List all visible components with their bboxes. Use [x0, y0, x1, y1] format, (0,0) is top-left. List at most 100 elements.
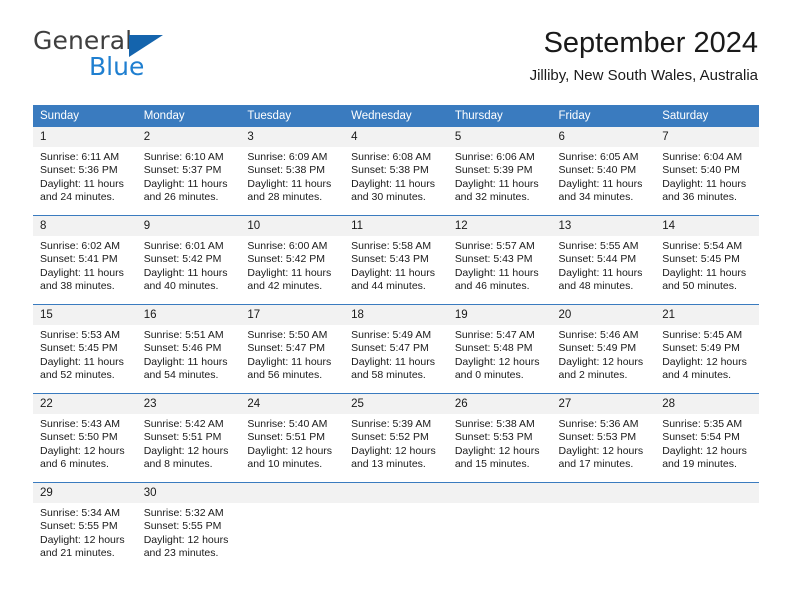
sunrise-text: Sunrise: 6:04 AM	[662, 151, 743, 163]
sunrise-text: Sunrise: 5:49 AM	[351, 329, 432, 341]
sunrise-text: Sunrise: 6:11 AM	[40, 151, 120, 163]
weekday-header-row: Sunday Monday Tuesday Wednesday Thursday…	[33, 105, 759, 127]
day-cell[interactable]: 14 Sunrise: 5:54 AM Sunset: 5:45 PM Dayligh…	[655, 215, 759, 305]
day-cell[interactable]: 12 Sunrise: 5:57 AM Sunset: 5:43 PM Dayligh…	[447, 215, 552, 305]
daylight-text-line1: Daylight: 11 hours	[143, 355, 228, 368]
sunrise-text: Sunrise: 5:34 AM	[40, 507, 120, 519]
daylight-text-line2: and 24 minutes.	[40, 191, 115, 204]
day-cell[interactable]: 19 Sunrise: 5:47 AM Sunset: 5:48 PM Dayligh…	[447, 304, 552, 394]
day-details: Sunrise: 6:10 AM Sunset: 5:37 PM Daylight:…	[137, 147, 241, 205]
day-number: 29	[33, 483, 137, 503]
daylight-text-line1: Daylight: 11 hours	[143, 177, 228, 190]
day-cell[interactable]: 5 Sunrise: 6:06 AM Sunset: 5:39 PM Daylight…	[447, 126, 552, 216]
day-cell[interactable]: 16 Sunrise: 5:51 AM Sunset: 5:46 PM Dayligh…	[136, 304, 241, 394]
daylight-text-line1: Daylight: 12 hours	[40, 444, 125, 457]
title-block: September 2024 Jilliby, New South Wales,…	[530, 26, 758, 85]
daylight-text-line2: and 40 minutes.	[143, 280, 219, 293]
sunset-text: Sunset: 5:41 PM	[40, 253, 118, 266]
calendar-body: 1 Sunrise: 6:11 AM Sunset: 5:36 PM Daylight…	[33, 126, 759, 571]
sunrise-text: Sunrise: 5:40 AM	[247, 418, 328, 430]
day-number	[447, 483, 552, 503]
day-details	[552, 503, 656, 507]
day-cell[interactable]: 22 Sunrise: 5:43 AM Sunset: 5:50 PM Dayligh…	[33, 393, 137, 483]
sunrise-text: Sunrise: 5:58 AM	[351, 240, 432, 252]
general-blue-logo[interactable]: General Blue	[33, 26, 253, 90]
day-number: 5	[447, 127, 552, 147]
sunrise-text: Sunrise: 6:08 AM	[351, 151, 432, 163]
sunrise-text: Sunrise: 6:09 AM	[247, 151, 328, 163]
sunset-text: Sunset: 5:46 PM	[143, 342, 222, 355]
calendar-week-row: 1 Sunrise: 6:11 AM Sunset: 5:36 PM Daylight…	[33, 126, 759, 216]
day-cell[interactable]: 13 Sunrise: 5:55 AM Sunset: 5:44 PM Dayligh…	[551, 215, 656, 305]
daylight-text-line2: and 52 minutes.	[40, 369, 115, 382]
day-cell[interactable]: 10 Sunrise: 6:00 AM Sunset: 5:42 PM Dayligh…	[240, 215, 345, 305]
day-cell[interactable]: 25 Sunrise: 5:39 AM Sunset: 5:52 PM Dayligh…	[344, 393, 448, 483]
day-details: Sunrise: 5:46 AM Sunset: 5:49 PM Daylight:…	[552, 325, 656, 383]
sunset-text: Sunset: 5:44 PM	[558, 253, 637, 266]
day-number: 10	[240, 216, 345, 236]
day-cell[interactable]: 4 Sunrise: 6:08 AM Sunset: 5:38 PM Daylight…	[344, 126, 448, 216]
weekday-header-wednesday: Wednesday	[344, 105, 448, 127]
day-number: 20	[551, 305, 656, 325]
day-cell[interactable]: 9 Sunrise: 6:01 AM Sunset: 5:42 PM Daylight…	[136, 215, 241, 305]
day-cell-empty	[551, 482, 656, 571]
sunrise-text: Sunrise: 6:05 AM	[558, 151, 639, 163]
daylight-text-line1: Daylight: 12 hours	[454, 355, 540, 368]
day-cell[interactable]: 6 Sunrise: 6:05 AM Sunset: 5:40 PM Daylight…	[551, 126, 656, 216]
daylight-text-line1: Daylight: 12 hours	[558, 444, 644, 457]
day-details: Sunrise: 5:49 AM Sunset: 5:47 PM Daylight:…	[344, 325, 448, 383]
daylight-text-line2: and 38 minutes.	[40, 280, 115, 293]
day-cell[interactable]: 24 Sunrise: 5:40 AM Sunset: 5:51 PM Dayligh…	[240, 393, 345, 483]
daylight-text-line2: and 19 minutes.	[662, 458, 737, 471]
day-details: Sunrise: 5:36 AM Sunset: 5:53 PM Daylight:…	[552, 414, 656, 472]
day-cell[interactable]: 20 Sunrise: 5:46 AM Sunset: 5:49 PM Dayligh…	[551, 304, 656, 394]
day-cell[interactable]: 29 Sunrise: 5:34 AM Sunset: 5:55 PM Dayligh…	[33, 482, 137, 571]
day-cell[interactable]: 27 Sunrise: 5:36 AM Sunset: 5:53 PM Dayligh…	[551, 393, 656, 483]
day-number: 12	[447, 216, 552, 236]
day-details	[240, 503, 344, 507]
day-details: Sunrise: 5:55 AM Sunset: 5:44 PM Daylight:…	[552, 236, 656, 294]
daylight-text-line2: and 48 minutes.	[558, 280, 634, 293]
weekday-header-thursday: Thursday	[447, 105, 552, 127]
day-cell[interactable]: 3 Sunrise: 6:09 AM Sunset: 5:38 PM Daylight…	[240, 126, 345, 216]
day-details: Sunrise: 5:54 AM Sunset: 5:45 PM Daylight:…	[655, 236, 759, 294]
day-cell[interactable]: 30 Sunrise: 5:32 AM Sunset: 5:55 PM Dayligh…	[136, 482, 241, 571]
day-cell[interactable]: 18 Sunrise: 5:49 AM Sunset: 5:47 PM Dayligh…	[344, 304, 448, 394]
daylight-text-line1: Daylight: 12 hours	[454, 444, 540, 457]
sunset-text: Sunset: 5:38 PM	[247, 164, 326, 177]
daylight-text-line1: Daylight: 11 hours	[351, 266, 435, 279]
day-number: 18	[344, 305, 448, 325]
day-cell-empty	[240, 482, 345, 571]
sunrise-text: Sunrise: 5:53 AM	[40, 329, 120, 341]
day-cell[interactable]: 7 Sunrise: 6:04 AM Sunset: 5:40 PM Daylight…	[655, 126, 759, 216]
daylight-text-line2: and 42 minutes.	[247, 280, 323, 293]
sunset-text: Sunset: 5:53 PM	[558, 431, 637, 444]
sunset-text: Sunset: 5:54 PM	[662, 431, 740, 444]
day-cell[interactable]: 8 Sunrise: 6:02 AM Sunset: 5:41 PM Daylight…	[33, 215, 137, 305]
weekday-header-monday: Monday	[136, 105, 241, 127]
daylight-text-line1: Daylight: 11 hours	[247, 355, 332, 368]
daylight-text-line2: and 54 minutes.	[143, 369, 219, 382]
day-cell[interactable]: 2 Sunrise: 6:10 AM Sunset: 5:37 PM Daylight…	[136, 126, 241, 216]
day-number: 22	[33, 394, 137, 414]
day-cell[interactable]: 26 Sunrise: 5:38 AM Sunset: 5:53 PM Dayligh…	[447, 393, 552, 483]
day-cell[interactable]: 15 Sunrise: 5:53 AM Sunset: 5:45 PM Dayligh…	[33, 304, 137, 394]
sunrise-text: Sunrise: 5:42 AM	[143, 418, 224, 430]
day-cell[interactable]: 1 Sunrise: 6:11 AM Sunset: 5:36 PM Daylight…	[33, 126, 137, 216]
day-cell[interactable]: 21 Sunrise: 5:45 AM Sunset: 5:49 PM Dayligh…	[655, 304, 759, 394]
day-cell[interactable]: 17 Sunrise: 5:50 AM Sunset: 5:47 PM Dayligh…	[240, 304, 345, 394]
daylight-text-line2: and 34 minutes.	[558, 191, 634, 204]
sunrise-text: Sunrise: 5:54 AM	[662, 240, 743, 252]
sunrise-text: Sunrise: 5:46 AM	[558, 329, 639, 341]
sunrise-text: Sunrise: 5:51 AM	[143, 329, 224, 341]
day-cell[interactable]: 28 Sunrise: 5:35 AM Sunset: 5:54 PM Dayligh…	[655, 393, 759, 483]
weekday-header-friday: Friday	[551, 105, 656, 127]
daylight-text-line2: and 58 minutes.	[351, 369, 426, 382]
day-details: Sunrise: 5:40 AM Sunset: 5:51 PM Daylight:…	[240, 414, 344, 472]
day-cell[interactable]: 11 Sunrise: 5:58 AM Sunset: 5:43 PM Dayligh…	[344, 215, 448, 305]
day-cell[interactable]: 23 Sunrise: 5:42 AM Sunset: 5:51 PM Dayligh…	[136, 393, 241, 483]
sunset-text: Sunset: 5:51 PM	[247, 431, 326, 444]
daylight-text-line1: Daylight: 12 hours	[558, 355, 644, 368]
daylight-text-line2: and 13 minutes.	[351, 458, 426, 471]
daylight-text-line2: and 28 minutes.	[247, 191, 323, 204]
